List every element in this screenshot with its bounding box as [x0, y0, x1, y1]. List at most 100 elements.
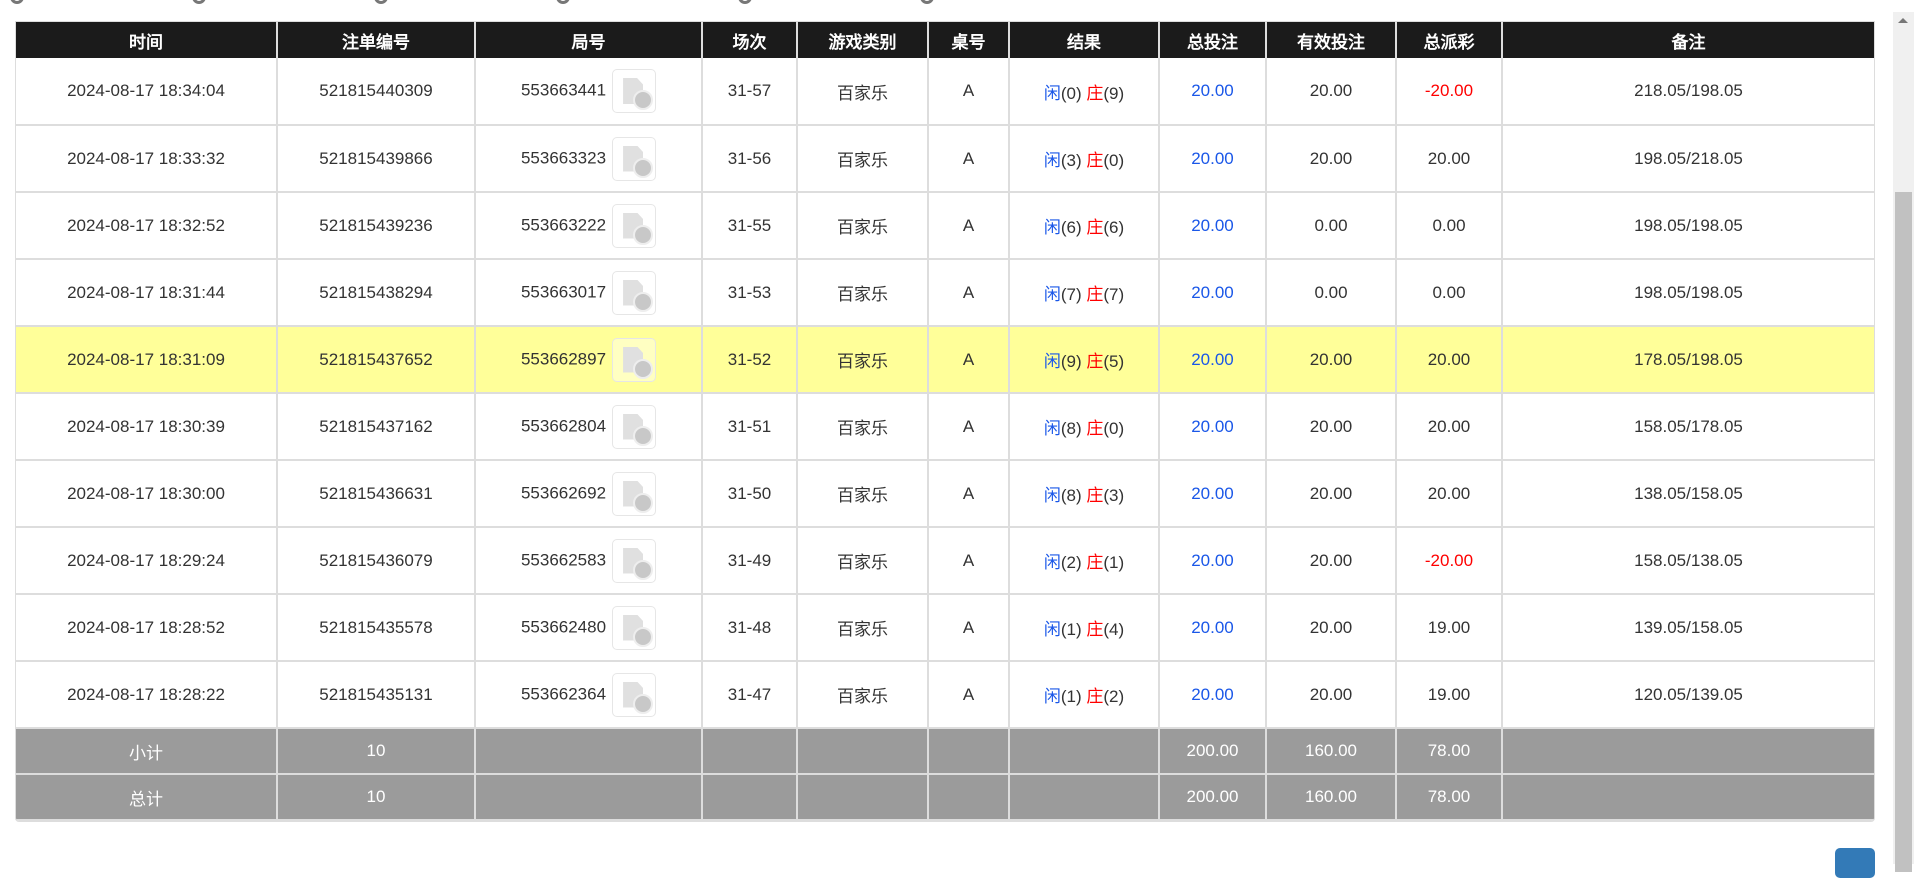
banker-label: 庄 [1086, 419, 1104, 438]
back-to-top-button[interactable] [1835, 848, 1875, 878]
session-cell: 31-53 [702, 259, 798, 327]
video-file-icon[interactable] [612, 270, 657, 315]
table-no-cell: A [928, 326, 1010, 394]
round-cell: 553662583 [475, 527, 703, 595]
scrollbar[interactable] [1893, 12, 1914, 872]
banker-label: 庄 [1086, 352, 1104, 371]
valid-bet-cell: 20.00 [1266, 460, 1397, 528]
player-label: 闲 [1043, 83, 1061, 103]
table-row[interactable]: 2024-08-17 18:30:00 521815436631 5536626… [16, 460, 1874, 528]
round-number: 553662804 [520, 415, 607, 435]
table-row[interactable]: 2024-08-17 18:30:39 521815437162 5536628… [16, 393, 1874, 461]
time-cell: 2024-08-17 18:29:24 [16, 527, 278, 595]
payout-cell: 19.00 [1396, 661, 1503, 729]
table-no-cell: A [928, 527, 1010, 595]
session-cell: 31-55 [702, 192, 798, 260]
round-number: 553663222 [520, 214, 607, 234]
player-label: 闲 [1043, 285, 1061, 304]
table-row[interactable]: 2024-08-17 18:29:24 521815436079 5536625… [16, 527, 1874, 595]
bet-id-cell: 521815438294 [277, 259, 476, 327]
video-file-icon[interactable] [612, 203, 657, 248]
column-header: 场次 [702, 22, 798, 58]
note-cell: 120.05/139.05 [1502, 661, 1874, 729]
total-bet-cell: 20.00 [1159, 192, 1267, 260]
round-number: 553662692 [520, 482, 607, 502]
table-row[interactable]: 2024-08-17 18:32:52 521815439236 5536632… [16, 192, 1874, 260]
bookmark-icon[interactable] [556, 0, 570, 4]
table-row[interactable]: 2024-08-17 18:28:22 521815435131 5536623… [16, 661, 1874, 729]
time-cell: 2024-08-17 18:34:04 [16, 58, 278, 126]
banker-label: 庄 [1086, 553, 1104, 572]
session-cell: 31-50 [702, 460, 798, 528]
player-label: 闲 [1043, 620, 1061, 639]
column-header: 总投注 [1159, 22, 1267, 58]
bookmark-icon[interactable] [192, 0, 206, 4]
round-cell: 553662480 [475, 594, 703, 662]
column-header: 总派彩 [1396, 22, 1503, 58]
video-file-icon[interactable] [612, 404, 657, 449]
round-cell: 553663323 [475, 125, 703, 193]
summary-row: 总计 10 200.00 160.00 78.00 [16, 774, 1874, 821]
valid-bet-cell: 20.00 [1266, 125, 1397, 193]
scroll-up-arrow-icon[interactable] [1898, 18, 1908, 23]
video-file-icon[interactable] [612, 538, 657, 583]
time-cell: 2024-08-17 18:28:52 [16, 594, 278, 662]
player-points: (7) [1060, 285, 1082, 304]
table-row[interactable]: 2024-08-17 18:34:04 521815440309 5536634… [16, 58, 1874, 126]
summary-payout: 78.00 [1396, 774, 1503, 821]
bookmark-icon[interactable] [10, 0, 24, 4]
note-cell: 198.05/198.05 [1502, 192, 1874, 260]
bet-id-cell: 521815437652 [277, 326, 476, 394]
table-row[interactable]: 2024-08-17 18:31:44 521815438294 5536630… [16, 259, 1874, 327]
video-file-icon[interactable] [612, 69, 657, 113]
bookmark-icon[interactable] [738, 0, 752, 4]
bookmark-icon[interactable] [374, 0, 388, 4]
bet-id-cell: 521815436079 [277, 527, 476, 595]
session-cell: 31-51 [702, 393, 798, 461]
bookmark-icon[interactable] [920, 0, 934, 4]
note-cell: 138.05/158.05 [1502, 460, 1874, 528]
result-cell: 闲(8) 庄(3) [1009, 460, 1160, 528]
valid-bet-cell: 0.00 [1266, 259, 1397, 327]
total-bet-cell: 20.00 [1159, 393, 1267, 461]
round-cell: 553662897 [475, 326, 703, 394]
video-file-icon[interactable] [612, 337, 657, 382]
bet-id-cell: 521815439236 [277, 192, 476, 260]
payout-cell: 0.00 [1396, 259, 1503, 327]
table-row[interactable]: 2024-08-17 18:31:09 521815437652 5536628… [16, 326, 1874, 394]
player-points: (9) [1060, 352, 1082, 371]
valid-bet-cell: 0.00 [1266, 192, 1397, 260]
result-cell: 闲(1) 庄(2) [1009, 661, 1160, 729]
video-file-icon[interactable] [612, 672, 657, 717]
result-cell: 闲(7) 庄(7) [1009, 259, 1160, 327]
round-cell: 553663017 [475, 259, 703, 327]
table-row[interactable]: 2024-08-17 18:28:52 521815435578 5536624… [16, 594, 1874, 662]
round-cell: 553663441 [475, 58, 703, 126]
game-cell: 百家乐 [797, 460, 929, 528]
scrollbar-thumb[interactable] [1895, 192, 1912, 872]
summary-label: 小计 [16, 728, 278, 775]
summary-payout: 78.00 [1396, 728, 1503, 775]
valid-bet-cell: 20.00 [1266, 527, 1397, 595]
game-cell: 百家乐 [797, 125, 929, 193]
note-cell: 158.05/178.05 [1502, 393, 1874, 461]
game-cell: 百家乐 [797, 594, 929, 662]
round-cell: 553662692 [475, 460, 703, 528]
result-cell: 闲(0) 庄(9) [1009, 58, 1160, 126]
video-file-icon[interactable] [612, 605, 657, 650]
table-no-cell: A [928, 460, 1010, 528]
total-bet-cell: 20.00 [1159, 125, 1267, 193]
round-cell: 553662364 [475, 661, 703, 729]
time-cell: 2024-08-17 18:32:52 [16, 192, 278, 260]
result-cell: 闲(3) 庄(0) [1009, 125, 1160, 193]
payout-cell: 20.00 [1396, 393, 1503, 461]
video-file-icon[interactable] [612, 136, 657, 181]
video-file-icon[interactable] [612, 471, 657, 516]
table-no-cell: A [928, 259, 1010, 327]
payout-cell: -20.00 [1396, 58, 1503, 126]
banker-label: 庄 [1086, 486, 1104, 505]
time-cell: 2024-08-17 18:31:09 [16, 326, 278, 394]
table-row[interactable]: 2024-08-17 18:33:32 521815439866 5536633… [16, 125, 1874, 193]
valid-bet-cell: 20.00 [1266, 58, 1397, 126]
table-no-cell: A [928, 393, 1010, 461]
